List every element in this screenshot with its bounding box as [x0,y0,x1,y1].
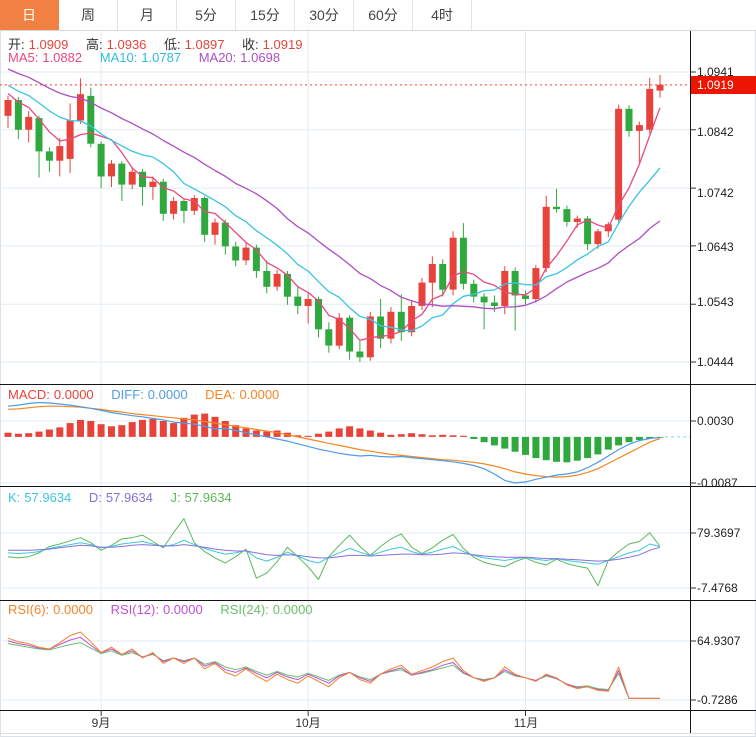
tab-15min[interactable]: 15分 [236,0,295,30]
tab-daily[interactable]: 日 [0,0,59,30]
dea-label: DEA: [205,387,235,402]
rsi6-label: RSI(6): [8,602,49,617]
rsi24-label: RSI(24): [220,602,268,617]
tab-60min[interactable]: 60分 [354,0,413,30]
x-axis-label-nov: 11月 [514,714,538,731]
ma-header: MA5: 1.0882 MA10:1.0787 MA20:1.0698 [8,50,284,65]
tabbar-filler [472,0,756,30]
trading-chart-window: 日 周 月 5分 15分 30分 60分 4时 开:1.0909 高:1.093… [0,0,756,737]
x-axis-label-oct: 10月 [295,714,320,731]
tab-5min[interactable]: 5分 [177,0,236,30]
tab-30min[interactable]: 30分 [295,0,354,30]
macd-label: MACD: [8,387,50,402]
ma10-value: 1.0787 [141,50,181,65]
y-axis-label-macd-2: -0.0087 [697,476,738,490]
k-value: 57.9634 [24,490,71,505]
d-label: D: [89,490,102,505]
k-label: K: [8,490,20,505]
candlesticks [5,75,664,362]
diff-value: 0.0000 [148,387,188,402]
ma-lines [8,69,660,340]
diff-label: DIFF: [111,387,144,402]
j-label: J: [171,490,181,505]
ma20-value: 1.0698 [240,50,280,65]
tab-4hour[interactable]: 4时 [413,0,472,30]
y-axis-label-main-3: 1.0742 [697,186,734,200]
kdj-panel [8,519,660,586]
ma5-value: 1.0882 [42,50,82,65]
y-axis-label-rsi-2: -0.7286 [697,693,738,707]
kdj-header: K: 57.9634 D: 57.9634 J: 57.9634 [8,490,236,505]
y-axis-label-kdj-1: 79.3697 [697,526,740,540]
dea-value: 0.0000 [240,387,280,402]
panel-borders [0,31,756,734]
d-value: 57.9634 [106,490,153,505]
y-axis-label-kdj-2: -7.4768 [697,581,738,595]
y-axis-label-rsi-1: 64.9307 [697,634,740,648]
rsi12-value: 0.0000 [163,602,203,617]
ma10-label: MA10: [100,50,138,65]
ma5-label: MA5: [8,50,38,65]
last-price-badge: 1.0919 [691,76,756,94]
x-axis-label-sep: 9月 [92,714,111,731]
ma20-label: MA20: [199,50,237,65]
y-axis-label-main-5: 1.0543 [697,295,734,309]
y-axis-label-main-6: 1.0444 [697,355,734,369]
macd-value: 0.0000 [54,387,94,402]
y-axis-label-main-2: 1.0842 [697,125,734,139]
chart-canvas[interactable] [0,30,756,737]
rsi-header: RSI(6): 0.0000 RSI(12): 0.0000 RSI(24): 0.0… [8,602,317,617]
tab-monthly[interactable]: 月 [118,0,177,30]
y-axis-label-macd-1: 0.0030 [697,414,734,428]
timeframe-tabbar: 日 周 月 5分 15分 30分 60分 4时 [0,0,756,31]
rsi12-label: RSI(12): [111,602,159,617]
tab-weekly[interactable]: 周 [59,0,118,30]
rsi6-value: 0.0000 [53,602,93,617]
macd-panel [5,403,691,484]
macd-header: MACD: 0.0000 DIFF: 0.0000 DEA: 0.0000 [8,387,283,402]
rsi-panel [8,632,660,698]
rsi24-value: 0.0000 [273,602,313,617]
y-axis-label-main-4: 1.0643 [697,240,734,254]
j-value: 57.9634 [185,490,232,505]
